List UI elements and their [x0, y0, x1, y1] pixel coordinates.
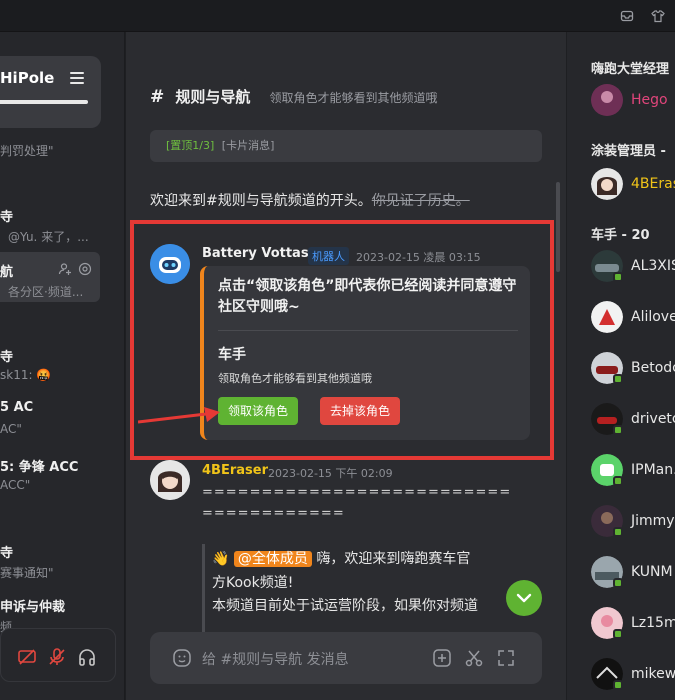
message-line: 👋 @全体成员 嗨，欢迎来到嗨跑赛车官	[212, 548, 470, 568]
title-bar	[0, 0, 675, 32]
channel-description: 领取角色才能够看到其他频道哦	[269, 91, 438, 105]
online-status	[613, 272, 623, 282]
online-status	[613, 680, 623, 690]
member-name: mikew	[631, 666, 675, 682]
member-name: drivetc	[631, 411, 675, 427]
online-status	[613, 527, 623, 537]
chat-area: # 规则与导航 领取角色才能够看到其他频道哦 [置顶1/3] [卡片消息] 欢迎…	[126, 32, 566, 700]
message-input[interactable]: 给 #规则与导航 发消息	[150, 632, 542, 684]
member-item[interactable]: drivetc	[591, 403, 675, 437]
server-name: HiPole	[0, 69, 55, 87]
message-author[interactable]: 4BEraser	[202, 463, 268, 478]
member-name: 4BEras	[631, 176, 675, 192]
wave-emoji: 👋	[212, 551, 230, 567]
channel-preview: @Yu. 来了，...	[8, 230, 89, 244]
pinned-message-bar[interactable]: [置顶1/3] [卡片消息]	[150, 130, 542, 162]
channel-name: 规则与导航	[175, 88, 251, 106]
member-name: Jimmy	[631, 513, 675, 529]
scissors-icon[interactable]	[464, 648, 484, 668]
message-timestamp: 2023-02-15 下午 02:09	[268, 467, 393, 480]
member-group-title: 嗨跑大堂经理	[591, 62, 670, 77]
member-item[interactable]: KUNM	[591, 556, 675, 590]
member-item[interactable]: IPMan.	[591, 454, 675, 488]
message-text: 本频道目前处于试运营阶段，如果你对频道	[212, 598, 478, 614]
channel-title[interactable]: 5 AC	[0, 400, 33, 415]
scroll-to-bottom-button[interactable]	[506, 580, 542, 616]
mic-off-icon[interactable]	[47, 647, 67, 667]
inbox-icon[interactable]	[620, 9, 634, 23]
message-line: ==========================	[202, 485, 512, 500]
pinned-index: [置顶1/3]	[166, 139, 215, 152]
add-icon[interactable]	[432, 648, 452, 668]
member-name: Hego	[631, 92, 668, 108]
chevron-down-icon	[516, 593, 532, 603]
channel-header: # 规则与导航 领取角色才能够看到其他频道哦	[150, 86, 437, 107]
scrollbar[interactable]	[556, 182, 560, 272]
screen-share-off-icon[interactable]	[17, 647, 37, 667]
server-header[interactable]: HiPole	[0, 56, 101, 128]
mention-all[interactable]: @全体成员	[233, 551, 312, 567]
channel-title[interactable]: 申诉与仲裁	[0, 596, 65, 615]
channel-preview: 各分区·频道...	[8, 285, 84, 299]
member-name: IPMan.	[631, 462, 675, 478]
message-input-placeholder: 给 #规则与导航 发消息	[202, 652, 349, 668]
member-item[interactable]: AL3XIS	[591, 250, 675, 284]
channel-preview: ACC"	[0, 478, 31, 492]
message-text: 嗨，欢迎来到嗨跑赛车官	[316, 551, 471, 567]
menu-icon[interactable]	[70, 72, 84, 84]
member-item[interactable]: mikew	[591, 658, 675, 692]
member-item[interactable]: 4BEras	[591, 168, 675, 202]
member-name: Alilove	[631, 309, 675, 325]
member-item[interactable]: Jimmy	[591, 505, 675, 539]
member-group-title: 涂装管理员 -	[591, 144, 666, 159]
member-avatar	[591, 301, 623, 333]
member-avatar	[591, 168, 623, 200]
member-item[interactable]: Hego	[591, 84, 675, 118]
settings-icon[interactable]	[78, 262, 92, 276]
online-status	[613, 425, 623, 435]
message-line: ============	[202, 506, 345, 521]
pinned-type: [卡片消息]	[221, 139, 275, 152]
hash-icon: #	[150, 87, 165, 107]
channel-title[interactable]: 寺	[0, 206, 13, 225]
member-list: 嗨跑大堂经理 Hego 涂装管理员 - 4BEras 车手 - 20 AL3XI…	[567, 32, 675, 700]
shirt-icon[interactable]	[651, 9, 665, 23]
app: HiPole 判罚处理" 寺 @Yu. 来了，... 航 各分区·频道... 寺…	[0, 0, 675, 700]
online-status	[613, 476, 623, 486]
welcome-text: 欢迎来到#规则与导航频道的开头。	[150, 193, 372, 209]
channel-preview: 赛事通知"	[0, 566, 54, 580]
member-avatar	[591, 84, 623, 116]
online-status	[613, 374, 623, 384]
emoji-icon[interactable]	[172, 648, 192, 668]
channel-title[interactable]: 5: 争锋 ACC	[0, 456, 78, 475]
member-item[interactable]: Alilove	[591, 301, 675, 335]
member-name: Betodc	[631, 360, 675, 376]
online-status	[613, 578, 623, 588]
channel-sidebar: HiPole 判罚处理" 寺 @Yu. 来了，... 航 各分区·频道... 寺…	[0, 32, 125, 700]
expand-icon[interactable]	[496, 648, 516, 668]
add-user-icon[interactable]	[58, 262, 72, 276]
channel-welcome: 欢迎来到#规则与导航频道的开头。你见证了历史。	[150, 190, 470, 210]
member-item[interactable]: Lz15m	[591, 607, 675, 641]
channel-title[interactable]: 寺	[0, 346, 13, 365]
member-name: KUNM	[631, 564, 673, 580]
voice-controls	[0, 628, 116, 682]
channel-title[interactable]: 航	[0, 261, 13, 280]
online-status	[613, 629, 623, 639]
welcome-strike-text: 你见证了历史。	[371, 193, 470, 209]
channel-preview: sk11: 🤬	[0, 368, 52, 382]
pointer-arrow-icon	[138, 407, 220, 424]
member-name: Lz15m	[631, 615, 675, 631]
user-avatar[interactable]	[150, 460, 190, 500]
server-progress-bar	[0, 100, 88, 104]
channel-preview: AC"	[0, 422, 22, 436]
member-name: AL3XIS	[631, 258, 675, 274]
channel-preview: 判罚处理"	[0, 144, 54, 158]
headphones-icon[interactable]	[77, 647, 97, 667]
member-group-title: 车手 - 20	[591, 228, 650, 243]
member-item[interactable]: Betodc	[591, 352, 675, 386]
message-text: 方Kook频道!	[212, 575, 294, 591]
channel-title[interactable]: 寺	[0, 542, 13, 561]
